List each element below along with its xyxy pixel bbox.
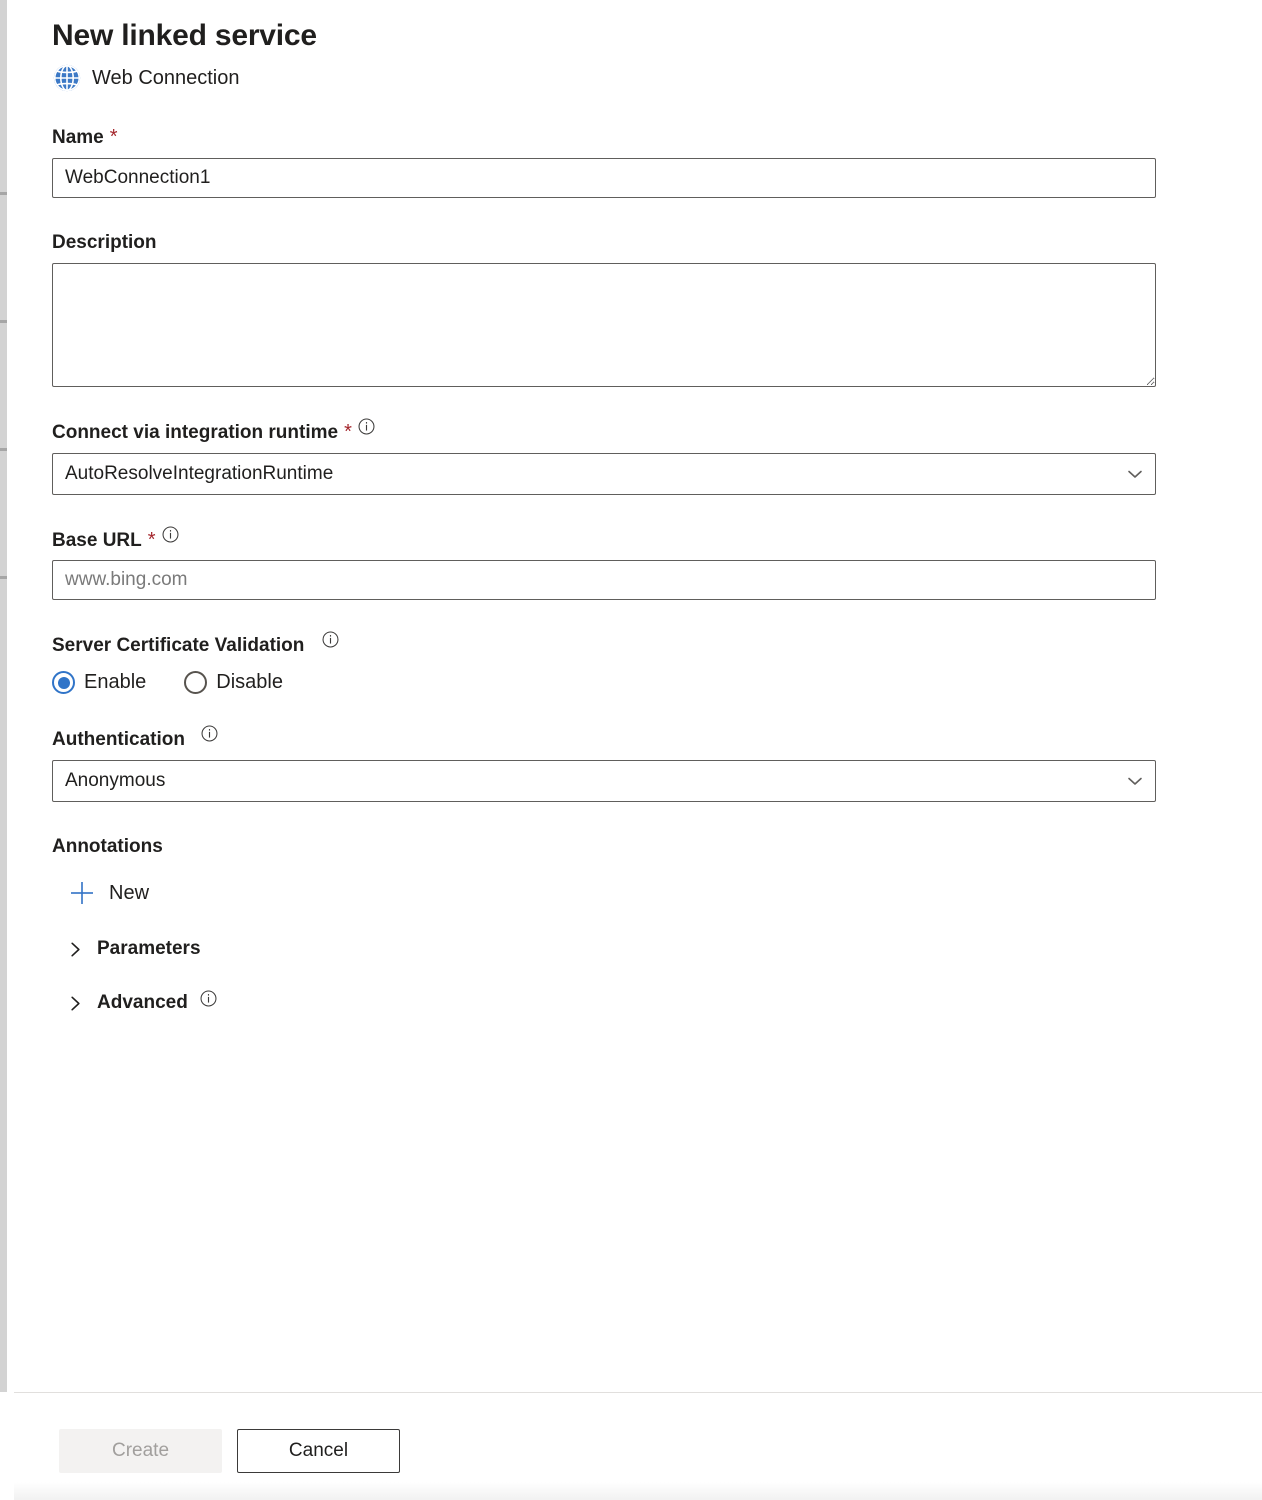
advanced-section-toggle[interactable]: Advanced	[66, 990, 326, 1014]
info-icon[interactable]	[201, 725, 218, 742]
authentication-value: Anonymous	[65, 770, 166, 792]
radio-option-enable[interactable]: Enable	[52, 671, 147, 695]
name-required-marker: *	[109, 126, 118, 148]
server-certificate-validation-label: Server Certificate Validation	[52, 635, 305, 657]
info-icon[interactable]	[162, 526, 179, 543]
create-button[interactable]: Create	[59, 1429, 222, 1473]
description-label-row: Description	[52, 232, 1262, 254]
radio-label-disable: Disable	[216, 671, 283, 694]
field-annotations: Annotations New	[52, 836, 1262, 906]
add-annotation-label: New	[109, 881, 150, 904]
field-integration-runtime: Connect via integration runtime * AutoRe…	[52, 418, 1262, 495]
info-icon[interactable]	[200, 990, 217, 1007]
name-label-row: Name *	[52, 127, 1262, 149]
description-textarea[interactable]	[52, 262, 1156, 387]
server-certificate-validation-label-row: Server Certificate Validation	[52, 631, 1262, 657]
chevron-right-icon	[66, 940, 85, 959]
authentication-label-row: Authentication	[52, 725, 1262, 751]
panel-edge-tick	[0, 576, 7, 579]
plus-icon	[69, 880, 95, 906]
add-annotation-button[interactable]: New	[69, 880, 219, 906]
radio-indicator-unselected	[184, 671, 208, 695]
name-input[interactable]	[52, 157, 1156, 198]
radio-indicator-selected	[52, 671, 75, 695]
authentication-label: Authentication	[52, 729, 185, 751]
chevron-down-icon	[1125, 771, 1145, 791]
field-server-certificate-validation: Server Certificate Validation Enable Dis…	[52, 631, 1262, 695]
service-type-label: Web Connection	[92, 66, 240, 89]
flyout-footer: Create Cancel	[14, 1392, 1262, 1500]
annotations-label: Annotations	[52, 836, 163, 858]
advanced-label: Advanced	[97, 992, 188, 1014]
base-url-required-marker: *	[147, 528, 156, 551]
footer-buttons: Create Cancel	[14, 1393, 1262, 1473]
field-base-url: Base URL *	[52, 526, 1262, 601]
field-description: Description	[52, 232, 1262, 387]
info-icon[interactable]	[358, 418, 375, 435]
server-certificate-validation-radio-group: Enable Disable	[52, 671, 1262, 695]
integration-runtime-dropdown[interactable]: AutoResolveIntegrationRuntime	[52, 452, 1156, 495]
chevron-down-icon	[1125, 464, 1145, 484]
form-scroll-area: New linked service Web Connection Name *…	[7, 0, 1262, 1392]
base-url-label: Base URL	[52, 529, 142, 551]
parameters-section-toggle[interactable]: Parameters	[66, 938, 326, 960]
parameters-label: Parameters	[97, 938, 201, 960]
field-authentication: Authentication Anonymous	[52, 725, 1262, 803]
field-name: Name *	[52, 127, 1262, 198]
page-title: New linked service	[52, 19, 317, 52]
chevron-right-icon	[66, 994, 85, 1013]
integration-runtime-required-marker: *	[344, 420, 352, 443]
radio-option-disable[interactable]: Disable	[184, 671, 283, 695]
cancel-button[interactable]: Cancel	[237, 1429, 400, 1473]
panel-edge-tick	[0, 192, 7, 195]
base-url-label-row: Base URL *	[52, 526, 1262, 552]
authentication-dropdown[interactable]: Anonymous	[52, 760, 1156, 803]
description-label: Description	[52, 231, 157, 253]
integration-runtime-label: Connect via integration runtime	[52, 421, 339, 443]
info-icon[interactable]	[322, 631, 339, 648]
radio-dot	[57, 676, 70, 689]
panel-edge-tick	[0, 448, 7, 451]
underlying-panel-edge	[0, 0, 7, 1392]
name-label: Name	[52, 127, 104, 148]
integration-runtime-label-row: Connect via integration runtime *	[52, 418, 1262, 444]
panel-edge-tick	[0, 320, 7, 323]
new-linked-service-flyout: New linked service Web Connection Name *…	[7, 0, 1262, 1500]
base-url-input[interactable]	[52, 560, 1156, 601]
radio-label-enable: Enable	[84, 671, 147, 694]
integration-runtime-value: AutoResolveIntegrationRuntime	[65, 462, 334, 484]
globe-icon	[52, 63, 82, 93]
annotations-label-row: Annotations	[52, 836, 1262, 858]
service-type-row: Web Connection	[52, 63, 1262, 93]
